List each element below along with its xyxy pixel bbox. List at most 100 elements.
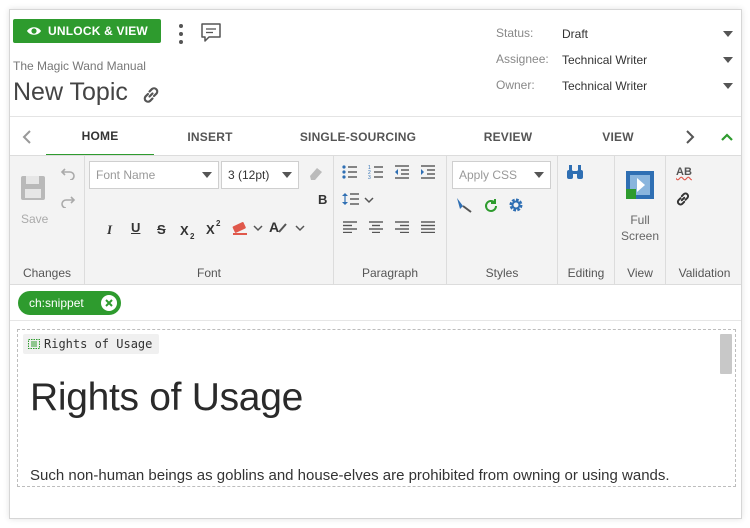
- snippet-icon: [28, 339, 40, 349]
- svg-text:X: X: [206, 222, 215, 236]
- redo-icon[interactable]: [60, 194, 76, 208]
- tabs-scroll-right-icon[interactable]: [684, 129, 696, 145]
- ribbon-toolbar: Save Changes Font Name 3 (12pt) B I U S …: [10, 155, 741, 285]
- document-paragraph[interactable]: Such non-human beings as goblins and hou…: [30, 467, 670, 484]
- tab-single-sourcing[interactable]: SINGLE-SOURCING: [280, 117, 436, 157]
- line-spacing-icon[interactable]: [342, 192, 360, 206]
- document-heading[interactable]: Rights of Usage: [30, 376, 303, 420]
- changes-group: Save Changes: [10, 156, 85, 284]
- editor-window: UNLOCK & VIEW The Magic Wand Manual New …: [9, 9, 742, 519]
- underline-button[interactable]: U: [131, 220, 140, 235]
- validation-group: AB Validation: [666, 156, 741, 284]
- status-select[interactable]: Draft: [562, 24, 736, 44]
- spell-check-button[interactable]: AB: [676, 166, 692, 178]
- decrease-indent-icon[interactable]: [394, 165, 410, 179]
- undo-icon[interactable]: [60, 166, 76, 180]
- font-color-icon[interactable]: A: [269, 218, 289, 236]
- numbered-list-icon[interactable]: 123: [368, 165, 384, 179]
- chevron-down-icon[interactable]: [364, 196, 374, 204]
- font-size-value: 3 (12pt): [228, 168, 270, 182]
- chevron-down-icon: [723, 31, 733, 37]
- eye-icon: [27, 27, 42, 35]
- assignee-row: Assignee: Technical Writer: [496, 50, 736, 70]
- snippet-chip-label: ch:snippet: [29, 296, 84, 310]
- font-name-placeholder: Font Name: [96, 168, 156, 182]
- font-group: Font Name 3 (12pt) B I U S X2 X2 A Font: [85, 156, 334, 284]
- status-label: Status:: [496, 26, 534, 40]
- tabs-scroll-left-icon[interactable]: [21, 129, 33, 145]
- assignee-label: Assignee:: [496, 52, 549, 66]
- apply-css-placeholder: Apply CSS: [459, 168, 518, 182]
- svg-text:2: 2: [190, 232, 195, 240]
- full-screen-icon[interactable]: [625, 170, 655, 200]
- manual-title: The Magic Wand Manual: [13, 59, 146, 73]
- ribbon-tabbar: HOME INSERT SINGLE-SOURCING REVIEW VIEW: [10, 116, 741, 157]
- owner-label: Owner:: [496, 78, 535, 92]
- align-justify-icon[interactable]: [420, 221, 436, 233]
- owner-select[interactable]: Technical Writer: [562, 76, 736, 96]
- font-name-select[interactable]: Font Name: [89, 161, 219, 189]
- comment-icon[interactable]: [200, 22, 222, 44]
- assignee-select[interactable]: Technical Writer: [562, 50, 736, 70]
- editing-group: Editing: [558, 156, 615, 284]
- svg-text:3: 3: [368, 175, 371, 179]
- more-options-icon[interactable]: [176, 24, 186, 44]
- find-replace-icon[interactable]: [566, 164, 584, 180]
- chevron-down-icon[interactable]: [295, 224, 305, 232]
- tab-insert[interactable]: INSERT: [162, 117, 258, 157]
- editor-scrollbar[interactable]: [720, 334, 732, 374]
- bulleted-list-icon[interactable]: [342, 165, 358, 179]
- styles-group-label: Styles: [485, 266, 519, 280]
- increase-indent-icon[interactable]: [420, 165, 436, 179]
- align-center-icon[interactable]: [368, 221, 384, 233]
- bold-button[interactable]: B: [318, 192, 327, 207]
- strikethrough-button[interactable]: S: [157, 222, 166, 237]
- subscript-icon[interactable]: X2: [179, 222, 197, 240]
- svg-text:X: X: [180, 223, 189, 238]
- chevron-down-icon[interactable]: [253, 224, 263, 232]
- document-editor[interactable]: Rights of Usage Rights of Usage Such non…: [17, 329, 736, 487]
- editing-group-label: Editing: [567, 266, 605, 280]
- apply-css-select[interactable]: Apply CSS: [452, 161, 551, 189]
- status-row: Status: Draft: [496, 24, 736, 44]
- snippet-element-label: Rights of Usage: [44, 337, 153, 351]
- align-right-icon[interactable]: [394, 221, 410, 233]
- svg-text:A: A: [269, 219, 279, 235]
- snippet-chip[interactable]: ch:snippet: [18, 291, 121, 315]
- owner-row: Owner: Technical Writer: [496, 76, 736, 96]
- font-size-select[interactable]: 3 (12pt): [221, 161, 299, 189]
- page-title: New Topic: [13, 78, 128, 106]
- tab-home[interactable]: HOME: [46, 117, 154, 157]
- chevron-down-icon: [202, 172, 212, 178]
- save-icon[interactable]: [19, 174, 47, 202]
- check-links-icon[interactable]: [674, 190, 692, 208]
- link-icon[interactable]: [140, 84, 162, 106]
- chevron-down-icon: [723, 83, 733, 89]
- snippet-element-tag[interactable]: Rights of Usage: [23, 334, 160, 354]
- owner-value: Technical Writer: [562, 79, 648, 93]
- unlock-view-button[interactable]: UNLOCK & VIEW: [13, 19, 161, 43]
- view-group: Full Screen View: [615, 156, 666, 284]
- collapse-ribbon-icon[interactable]: [720, 131, 734, 143]
- changes-group-label: Changes: [22, 266, 72, 280]
- highlight-color-icon[interactable]: [231, 218, 249, 236]
- align-left-icon[interactable]: [342, 221, 358, 233]
- refresh-styles-icon[interactable]: [483, 198, 499, 214]
- view-group-label: View: [627, 266, 653, 280]
- close-icon[interactable]: [101, 295, 117, 311]
- superscript-icon[interactable]: X2: [205, 218, 223, 236]
- format-painter-icon[interactable]: [455, 196, 473, 214]
- styles-group: Apply CSS Styles: [447, 156, 558, 284]
- chevron-down-icon: [723, 57, 733, 63]
- save-button[interactable]: Save: [21, 212, 48, 226]
- full-screen-button[interactable]: Full Screen: [615, 212, 665, 244]
- tab-review[interactable]: REVIEW: [462, 117, 554, 157]
- tab-view[interactable]: VIEW: [578, 117, 658, 157]
- unlock-view-label: UNLOCK & VIEW: [48, 24, 148, 38]
- italic-button[interactable]: I: [107, 222, 112, 238]
- assignee-value: Technical Writer: [562, 53, 648, 67]
- svg-text:2: 2: [216, 219, 221, 228]
- eraser-icon[interactable]: [307, 164, 325, 182]
- gear-icon[interactable]: [507, 196, 525, 214]
- paragraph-group: 123 Paragraph: [334, 156, 447, 284]
